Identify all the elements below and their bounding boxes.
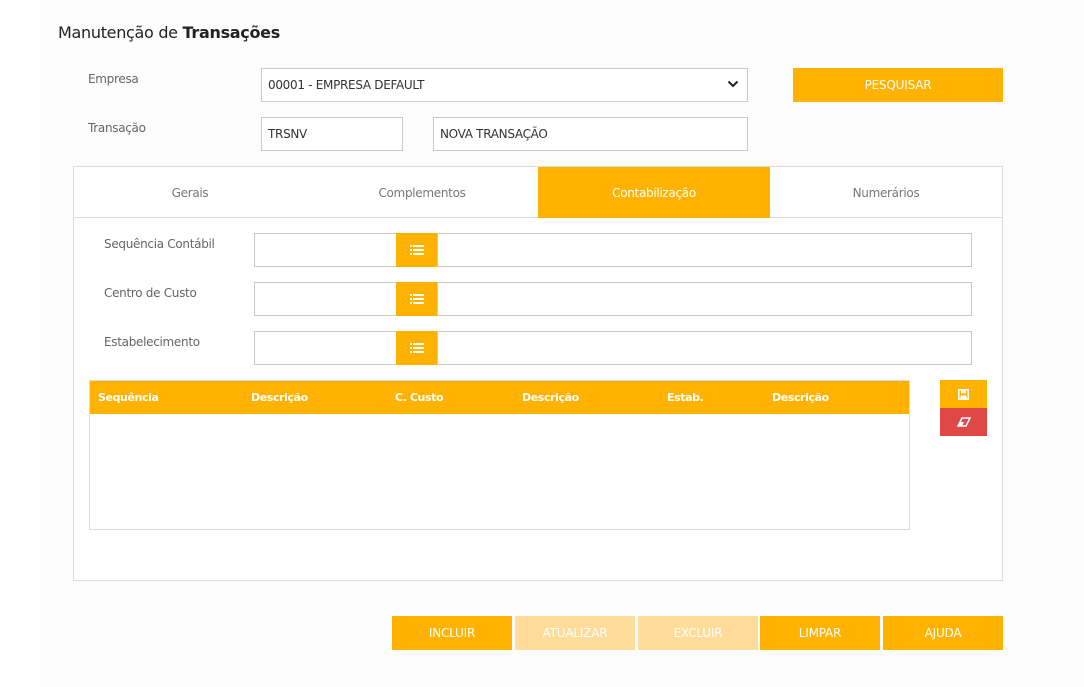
page-title-bold: Transações — [182, 23, 281, 42]
clear-row-button[interactable] — [940, 408, 987, 436]
sequencia-contabil-desc-input[interactable] — [437, 233, 972, 267]
column-header-descricao[interactable]: Descrição — [251, 391, 308, 404]
estabelecimento-label: Estabelecimento — [104, 335, 200, 349]
estabelecimento-code-input[interactable] — [254, 331, 397, 365]
centro-custo-lookup-button[interactable] — [396, 282, 437, 316]
limpar-button[interactable]: LIMPAR — [760, 616, 880, 650]
empresa-select-value: 00001 - EMPRESA DEFAULT — [268, 78, 425, 92]
pesquisar-button[interactable]: PESQUISAR — [793, 68, 1003, 102]
tab-contabilizacao[interactable]: Contabilização — [538, 167, 770, 218]
sequencia-lookup-button[interactable] — [396, 233, 437, 267]
empresa-select[interactable]: 00001 - EMPRESA DEFAULT — [261, 68, 748, 102]
incluir-button[interactable]: INCLUIR — [392, 616, 512, 650]
estabelecimento-lookup-button[interactable] — [396, 331, 437, 365]
centro-custo-label: Centro de Custo — [104, 286, 197, 300]
atualizar-button[interactable]: ATUALIZAR — [515, 616, 635, 650]
tab-bar: Gerais Complementos Contabilização Numer… — [74, 167, 1002, 218]
contabilizacao-table: Sequência Descrição C. Custo Descrição E… — [89, 380, 910, 530]
column-header-descricao-estab[interactable]: Descrição — [772, 391, 829, 404]
tab-complementos[interactable]: Complementos — [306, 167, 538, 218]
column-header-c-custo[interactable]: C. Custo — [395, 391, 444, 404]
transacao-name-value: NOVA TRANSAÇÃO — [440, 127, 548, 141]
chevron-down-icon — [727, 80, 739, 88]
column-header-descricao-custo[interactable]: Descrição — [522, 391, 579, 404]
save-row-button[interactable] — [940, 380, 987, 408]
centro-custo-desc-input[interactable] — [437, 282, 972, 316]
excluir-button[interactable]: EXCLUIR — [638, 616, 758, 650]
ajuda-button[interactable]: AJUDA — [883, 616, 1003, 650]
centro-custo-code-input[interactable] — [254, 282, 397, 316]
page-title: Manutenção de Transações — [58, 23, 280, 42]
tab-gerais[interactable]: Gerais — [74, 167, 306, 218]
list-icon — [409, 294, 424, 304]
transacao-label: Transação — [88, 121, 146, 135]
sequencia-contabil-code-input[interactable] — [254, 233, 397, 267]
list-icon — [409, 343, 424, 353]
transacao-name-input[interactable]: NOVA TRANSAÇÃO — [433, 117, 748, 151]
column-header-sequencia[interactable]: Sequência — [98, 391, 159, 404]
sequencia-contabil-label: Sequência Contábil — [104, 237, 215, 251]
page-title-prefix: Manutenção de — [58, 23, 178, 42]
table-header: Sequência Descrição C. Custo Descrição E… — [90, 381, 909, 414]
transacao-code-value: TRSNV — [268, 127, 307, 141]
tab-numerarios[interactable]: Numerários — [770, 167, 1002, 218]
list-icon — [409, 245, 424, 255]
estabelecimento-desc-input[interactable] — [437, 331, 972, 365]
eraser-icon — [956, 417, 971, 427]
save-icon — [958, 388, 969, 400]
transacao-code-input[interactable]: TRSNV — [261, 117, 403, 151]
empresa-label: Empresa — [88, 72, 139, 86]
column-header-estab[interactable]: Estab. — [667, 391, 704, 404]
